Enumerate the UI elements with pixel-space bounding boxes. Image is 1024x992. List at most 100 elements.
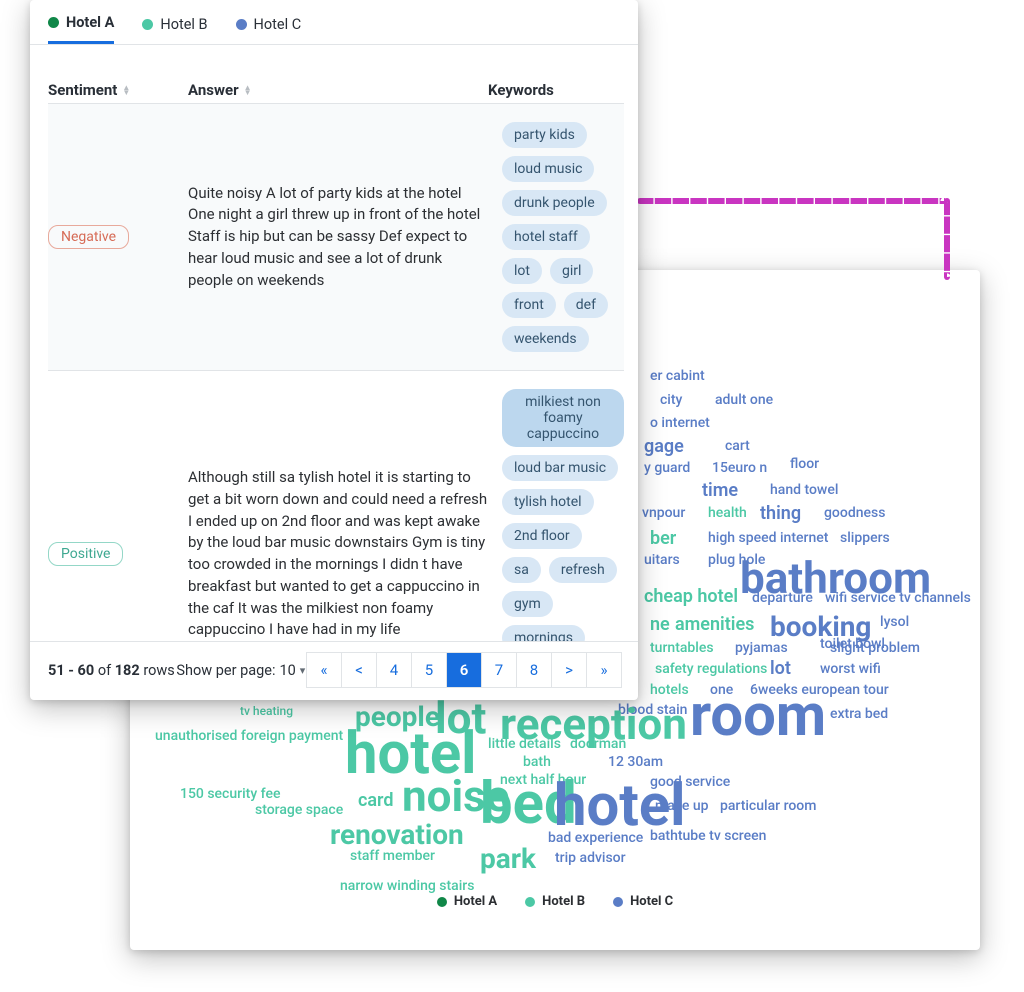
sort-icon[interactable]: ▲▼ bbox=[244, 85, 252, 95]
cloud-word[interactable]: thing bbox=[760, 503, 801, 524]
cloud-word[interactable]: staff member bbox=[350, 848, 435, 864]
pager-button[interactable]: < bbox=[341, 652, 377, 688]
keyword-pill[interactable]: 2nd floor bbox=[502, 523, 582, 549]
cloud-word[interactable]: card bbox=[358, 790, 394, 811]
pager-button[interactable]: 7 bbox=[481, 652, 517, 688]
cloud-word[interactable]: tv heating bbox=[240, 704, 293, 718]
keyword-pill[interactable]: milkiest non foamy cappuccino bbox=[502, 389, 624, 447]
cloud-word[interactable]: doorman bbox=[570, 736, 626, 752]
pager-button[interactable]: > bbox=[551, 652, 587, 688]
cloud-word[interactable]: ber bbox=[650, 528, 676, 549]
cloud-word[interactable]: room bbox=[690, 682, 826, 750]
keyword-pill[interactable]: girl bbox=[550, 258, 593, 284]
pager-button[interactable]: 6 bbox=[446, 652, 482, 688]
cloud-word[interactable]: amenities bbox=[675, 614, 754, 635]
column-keywords: Keywords bbox=[488, 81, 634, 99]
cloud-word[interactable]: worst wifi bbox=[820, 661, 881, 677]
legend-dot bbox=[613, 897, 623, 907]
pager-button[interactable]: 4 bbox=[376, 652, 412, 688]
cloud-word[interactable]: high speed internet bbox=[708, 530, 828, 546]
cloud-word[interactable]: lysol bbox=[880, 614, 909, 630]
cloud-word[interactable]: y guard bbox=[644, 460, 690, 476]
cloud-word[interactable]: uitars bbox=[644, 552, 680, 568]
cloud-word[interactable]: bad experience bbox=[548, 830, 643, 846]
keyword-pill[interactable]: weekends bbox=[502, 326, 589, 352]
cloud-word[interactable]: adult one bbox=[715, 392, 773, 408]
cloud-word[interactable]: hand towel bbox=[770, 482, 838, 498]
pager-button[interactable]: « bbox=[306, 652, 342, 688]
keyword-pill[interactable]: lot bbox=[502, 258, 542, 284]
cloud-word[interactable]: little details bbox=[488, 736, 561, 752]
cloud-word[interactable]: renovation bbox=[330, 818, 464, 851]
table-row: PositiveAlthough still sa tylish hotel i… bbox=[48, 370, 624, 641]
keyword-pill[interactable]: mornings bbox=[502, 625, 585, 641]
chevron-down-icon: ▾ bbox=[300, 664, 306, 677]
keywords-list: party kids loud music drunk people hotel st… bbox=[502, 122, 624, 352]
connector-line-h bbox=[637, 198, 947, 204]
word-cloud-legend: Hotel AHotel BHotel C bbox=[130, 890, 980, 909]
table-body[interactable]: Negative Quite noisy A lot of party kids … bbox=[48, 103, 634, 641]
cloud-word[interactable]: 150 security fee bbox=[180, 786, 280, 802]
keyword-pill[interactable]: tylish hotel bbox=[502, 489, 594, 515]
keyword-pill[interactable]: def bbox=[564, 292, 608, 318]
tab-hotel-a[interactable]: Hotel A bbox=[48, 14, 114, 44]
cloud-word[interactable]: floor bbox=[790, 456, 819, 472]
column-keywords-label: Keywords bbox=[488, 81, 554, 99]
keyword-pill[interactable]: gym bbox=[502, 591, 553, 617]
cloud-word[interactable]: bathtube tv screen bbox=[650, 828, 766, 844]
cloud-word[interactable]: park bbox=[480, 842, 536, 875]
keyword-pill[interactable]: party kids bbox=[502, 122, 587, 148]
cloud-word[interactable]: storage space bbox=[255, 802, 343, 818]
keyword-pill[interactable]: loud music bbox=[502, 156, 594, 182]
cloud-word[interactable]: extra bed bbox=[830, 706, 888, 722]
pager-button[interactable]: 8 bbox=[516, 652, 552, 688]
cloud-word[interactable]: narrow winding stairs bbox=[340, 878, 474, 894]
cloud-word[interactable]: wifi service tv channels bbox=[825, 590, 971, 606]
cloud-word[interactable]: goodness bbox=[824, 505, 885, 521]
cloud-word[interactable]: o internet bbox=[650, 415, 710, 431]
per-page-select[interactable]: Show per page: 10 ▾ bbox=[176, 662, 305, 679]
cloud-word[interactable]: slippers bbox=[840, 530, 890, 546]
cloud-word[interactable]: particular room bbox=[720, 798, 816, 814]
connector-line-v bbox=[944, 198, 950, 280]
column-answer[interactable]: Answer ▲▼ bbox=[188, 81, 488, 99]
cloud-word[interactable]: safety regulations bbox=[655, 661, 767, 677]
cloud-word[interactable]: cheap hotel bbox=[644, 586, 738, 607]
sentiment-badge: Negative bbox=[48, 225, 129, 249]
cloud-word[interactable]: unauthorised foreign payment bbox=[155, 728, 343, 744]
tab-hotel-c[interactable]: Hotel C bbox=[236, 14, 302, 44]
keyword-pill[interactable]: drunk people bbox=[502, 190, 607, 216]
tab-hotel-b[interactable]: Hotel B bbox=[142, 14, 207, 44]
keywords-list: milkiest non foamy cappuccino loud bar mu… bbox=[502, 389, 624, 641]
cloud-word[interactable]: health bbox=[708, 505, 747, 521]
cloud-word[interactable]: 12 30am bbox=[608, 754, 663, 770]
cloud-word[interactable]: make up bbox=[655, 798, 709, 814]
cloud-word[interactable]: slight problem bbox=[830, 640, 920, 656]
answer-text: Quite noisy A lot of party kids at the h… bbox=[188, 183, 502, 292]
sort-icon[interactable]: ▲▼ bbox=[122, 85, 130, 95]
cloud-word[interactable]: ne bbox=[650, 614, 670, 635]
cloud-word[interactable]: hotels bbox=[650, 682, 689, 698]
cloud-word[interactable]: lot bbox=[770, 658, 791, 679]
legend-item: Hotel A bbox=[437, 894, 497, 909]
cloud-word[interactable]: vnpour bbox=[642, 505, 685, 521]
cloud-word[interactable]: trip advisor bbox=[555, 850, 626, 866]
pager-button[interactable]: 5 bbox=[411, 652, 447, 688]
keyword-pill[interactable]: hotel staff bbox=[502, 224, 590, 250]
cloud-word[interactable]: time bbox=[702, 480, 738, 501]
keyword-pill[interactable]: front bbox=[502, 292, 556, 318]
cloud-word[interactable]: cart bbox=[725, 438, 750, 454]
cloud-word[interactable]: pyjamas bbox=[735, 640, 788, 656]
column-sentiment[interactable]: Sentiment ▲▼ bbox=[48, 81, 188, 99]
keyword-pill[interactable]: sa bbox=[502, 557, 541, 583]
cloud-word[interactable]: bath bbox=[523, 754, 551, 770]
cloud-word[interactable]: turntables bbox=[650, 640, 714, 656]
cloud-word[interactable]: gage bbox=[644, 436, 684, 457]
keyword-pill[interactable]: refresh bbox=[549, 557, 617, 583]
cloud-word[interactable]: city bbox=[660, 392, 682, 408]
cloud-word[interactable]: departure bbox=[752, 590, 813, 606]
keyword-pill[interactable]: loud bar music bbox=[502, 455, 618, 481]
cloud-word[interactable]: 15euro n bbox=[712, 460, 767, 476]
cloud-word[interactable]: er cabint bbox=[650, 368, 705, 384]
pager-button[interactable]: » bbox=[586, 652, 622, 688]
